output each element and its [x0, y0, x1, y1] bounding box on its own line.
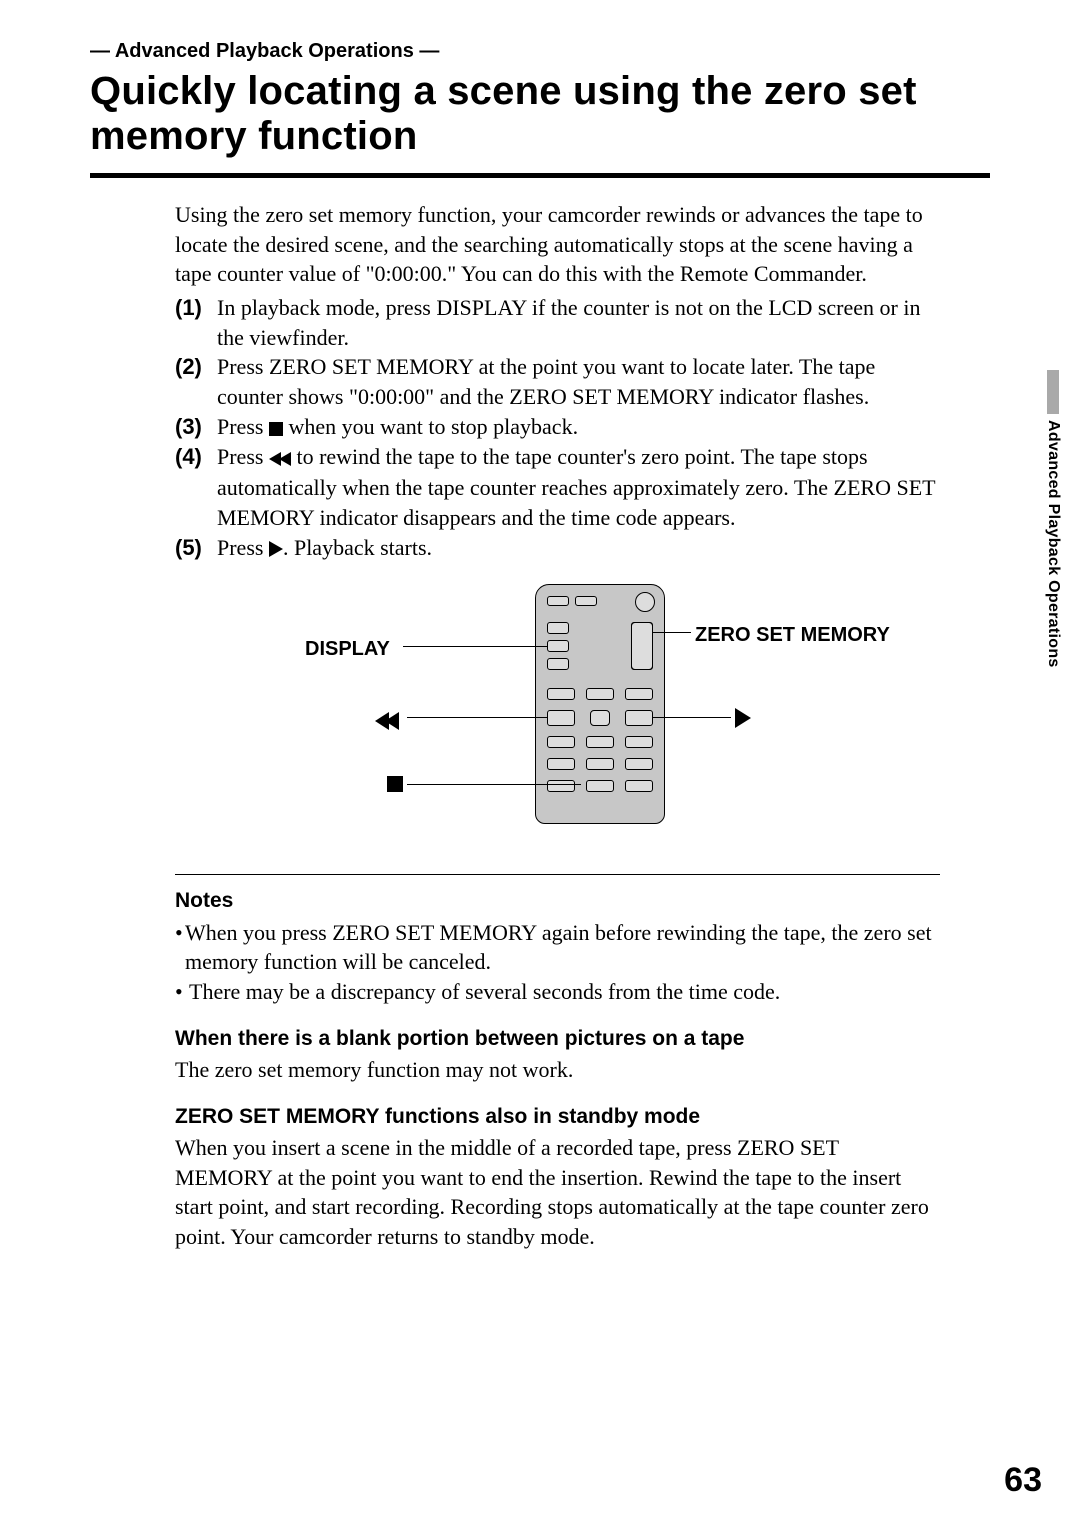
procedure-steps: (1) In playback mode, press DISPLAY if t…	[175, 293, 940, 562]
leader-line	[653, 632, 691, 633]
section-tag: — Advanced Playback Operations —	[90, 40, 990, 63]
notes-heading: Notes	[175, 887, 940, 915]
step-5: (5) Press . Playback starts.	[175, 533, 940, 563]
remote-diagram: DISPLAY ZERO SET MEMORY	[175, 584, 940, 844]
step-1: (1) In playback mode, press DISPLAY if t…	[175, 293, 940, 352]
rewind-icon	[269, 444, 291, 474]
blank-portion-heading: When there is a blank portion between pi…	[175, 1025, 940, 1053]
step-text: In playback mode, press DISPLAY if the c…	[217, 295, 920, 350]
notes-bullets: •When you press ZERO SET MEMORY again be…	[175, 918, 940, 1007]
stop-icon	[387, 776, 403, 792]
step-text-pre: Press	[217, 444, 269, 469]
stop-icon	[269, 422, 283, 436]
play-icon	[269, 541, 283, 557]
step-4: (4) Press to rewind the tape to the tape…	[175, 442, 940, 533]
blank-portion-body: The zero set memory function may not wor…	[175, 1055, 940, 1085]
side-tab-text: Advanced Playback Operations	[1044, 420, 1062, 668]
leader-line	[407, 717, 547, 718]
zero-set-memory-label: ZERO SET MEMORY	[695, 622, 890, 649]
rewind-icon	[375, 708, 395, 738]
note-bullet: When you press ZERO SET MEMORY again bef…	[185, 918, 940, 977]
intro-paragraph: Using the zero set memory function, your…	[175, 200, 940, 289]
leader-line	[403, 646, 547, 647]
note-bullet: There may be a discrepancy of several se…	[189, 977, 780, 1007]
step-num: (5)	[175, 533, 217, 563]
page-title: Quickly locating a scene using the zero …	[90, 69, 990, 169]
page-number: 63	[1004, 1461, 1042, 1500]
step-text-pre: Press	[217, 414, 269, 439]
step-text-pre: Press	[217, 535, 269, 560]
display-label: DISPLAY	[305, 636, 390, 663]
standby-heading: ZERO SET MEMORY functions also in standb…	[175, 1103, 940, 1131]
notes-rule	[175, 874, 940, 875]
step-num: (1)	[175, 293, 217, 352]
step-3: (3) Press when you want to stop playback…	[175, 412, 940, 442]
play-icon	[735, 708, 751, 728]
standby-body: When you insert a scene in the middle of…	[175, 1133, 940, 1252]
tab-stub	[1047, 370, 1059, 414]
step-num: (2)	[175, 352, 217, 411]
step-num: (3)	[175, 412, 217, 442]
side-section-tab: Advanced Playback Operations	[1044, 370, 1062, 668]
remote-commander	[535, 584, 665, 824]
title-rule	[90, 173, 990, 178]
step-text-post: to rewind the tape to the tape counter's…	[217, 444, 935, 530]
leader-line	[407, 784, 581, 785]
leader-line	[653, 717, 731, 718]
step-text: Press ZERO SET MEMORY at the point you w…	[217, 354, 875, 409]
step-num: (4)	[175, 442, 217, 533]
step-2: (2) Press ZERO SET MEMORY at the point y…	[175, 352, 940, 411]
step-text-post: when you want to stop playback.	[283, 414, 578, 439]
step-text-post: . Playback starts.	[283, 535, 432, 560]
